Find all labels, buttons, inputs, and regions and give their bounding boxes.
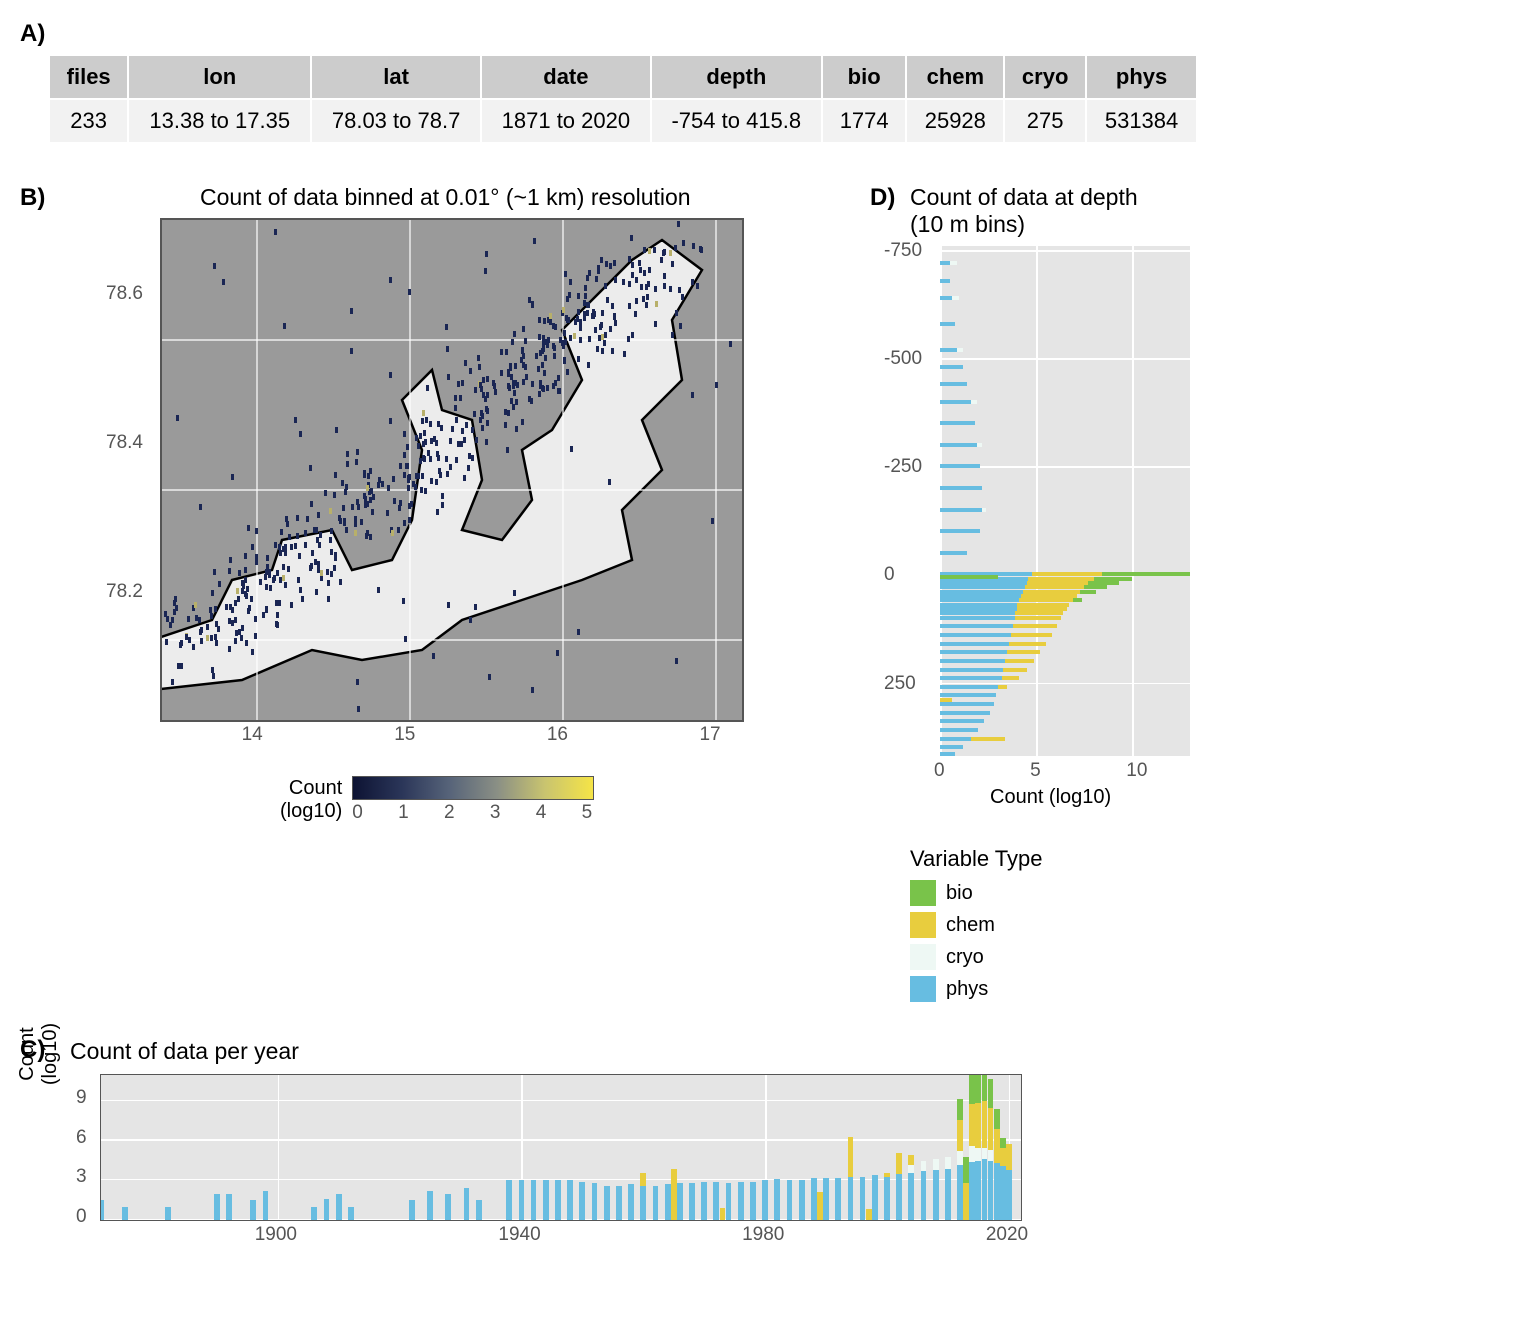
axis-tick: 1900 bbox=[255, 1224, 297, 1246]
axis-tick: 78.4 bbox=[106, 432, 143, 454]
axis-tick: 10 bbox=[1126, 760, 1147, 782]
legend-label: cryo bbox=[946, 946, 984, 969]
axis-tick: 1940 bbox=[498, 1224, 540, 1246]
axis-tick: -500 bbox=[884, 348, 922, 370]
axis-tick: 78.2 bbox=[106, 581, 143, 603]
panel-c-title: Count of data per year bbox=[70, 1038, 299, 1065]
legend-swatch bbox=[910, 976, 936, 1002]
table-header: chem bbox=[906, 55, 1004, 99]
axis-tick: 5 bbox=[582, 802, 593, 824]
table-header: cryo bbox=[1004, 55, 1086, 99]
axis-tick: 16 bbox=[547, 724, 568, 746]
panel-b: B) Count of data binned at 0.01° (~1 km)… bbox=[20, 184, 850, 824]
axis-tick: 3 bbox=[76, 1166, 87, 1188]
axis-tick: 5 bbox=[1030, 760, 1041, 782]
table-cell: 1871 to 2020 bbox=[481, 99, 651, 143]
table-header: lat bbox=[311, 55, 481, 99]
legend-label: phys bbox=[946, 978, 988, 1001]
table-cell: 1774 bbox=[822, 99, 907, 143]
axis-tick: 1980 bbox=[742, 1224, 784, 1246]
panel-a-label: A) bbox=[20, 20, 1220, 48]
axis-tick: 0 bbox=[934, 760, 945, 782]
year-plot bbox=[100, 1074, 1022, 1221]
axis-tick: 0 bbox=[352, 802, 363, 824]
axis-tick: 14 bbox=[242, 724, 263, 746]
panel-c: C) Count of data per year Count (log10) … bbox=[20, 1036, 1040, 1254]
axis-tick: 15 bbox=[394, 724, 415, 746]
table-header: depth bbox=[651, 55, 822, 99]
legend-label: chem bbox=[946, 914, 995, 937]
panel-a: A) fileslonlatdatedepthbiochemcryophys 2… bbox=[20, 20, 1220, 144]
colorbar-title: Count (log10) bbox=[280, 777, 342, 823]
table-cell: 233 bbox=[49, 99, 128, 143]
table-cell: 13.38 to 17.35 bbox=[128, 99, 311, 143]
legend-swatch bbox=[910, 944, 936, 970]
table-header: phys bbox=[1086, 55, 1197, 99]
axis-tick: 6 bbox=[76, 1127, 87, 1149]
legend-swatch bbox=[910, 880, 936, 906]
table-cell: 275 bbox=[1004, 99, 1086, 143]
colorbar-legend: Count (log10) 0 1 2 3 4 5 bbox=[280, 776, 850, 824]
axis-tick: 9 bbox=[76, 1087, 87, 1109]
legend-item: chem bbox=[910, 912, 1210, 938]
table-cell: 78.03 to 78.7 bbox=[311, 99, 481, 143]
legend-item: bio bbox=[910, 880, 1210, 906]
panel-b-label: B) bbox=[20, 184, 70, 212]
panel-b-title: Count of data binned at 0.01° (~1 km) re… bbox=[200, 184, 691, 211]
table-header: bio bbox=[822, 55, 907, 99]
summary-table: fileslonlatdatedepthbiochemcryophys 2331… bbox=[48, 54, 1198, 144]
map-plot bbox=[160, 218, 744, 722]
panel-d: D) Count of data at depth (10 m bins) -7… bbox=[870, 184, 1210, 1008]
panel-c-ylabel: Count (log10) bbox=[16, 994, 62, 1114]
panel-d-xlabel: Count (log10) bbox=[990, 786, 1111, 809]
legend-title: Variable Type bbox=[910, 846, 1210, 872]
table-header: date bbox=[481, 55, 651, 99]
panel-d-title: Count of data at depth (10 m bins) bbox=[910, 184, 1170, 238]
axis-tick: 4 bbox=[536, 802, 547, 824]
coastline bbox=[162, 220, 742, 720]
table-header: lon bbox=[128, 55, 311, 99]
legend-item: phys bbox=[910, 976, 1210, 1002]
axis-tick: -750 bbox=[884, 240, 922, 262]
axis-tick: 78.6 bbox=[106, 283, 143, 305]
table-header: files bbox=[49, 55, 128, 99]
panel-d-label: D) bbox=[870, 184, 910, 236]
axis-tick: 1 bbox=[398, 802, 409, 824]
figure: A) fileslonlatdatedepthbiochemcryophys 2… bbox=[20, 20, 1220, 1254]
table-cell: -754 to 415.8 bbox=[651, 99, 822, 143]
axis-tick: 17 bbox=[699, 724, 720, 746]
axis-tick: -250 bbox=[884, 456, 922, 478]
axis-tick: 2 bbox=[444, 802, 455, 824]
depth-plot bbox=[940, 246, 1190, 756]
table-cell: 25928 bbox=[906, 99, 1004, 143]
table-cell: 531384 bbox=[1086, 99, 1197, 143]
axis-tick: 0 bbox=[884, 564, 895, 586]
axis-tick: 250 bbox=[884, 673, 916, 695]
legend-label: bio bbox=[946, 882, 973, 905]
axis-tick: 0 bbox=[76, 1206, 87, 1228]
colorbar bbox=[352, 776, 594, 800]
legend-swatch bbox=[910, 912, 936, 938]
variable-type-legend: Variable Type bio chem cryo phys bbox=[910, 846, 1210, 1002]
axis-tick: 3 bbox=[490, 802, 501, 824]
axis-tick: 2020 bbox=[986, 1224, 1028, 1246]
legend-item: cryo bbox=[910, 944, 1210, 970]
